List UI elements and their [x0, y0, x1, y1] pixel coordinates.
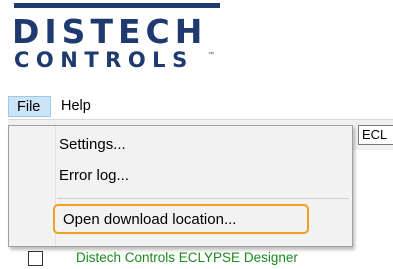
list-item[interactable]: Distech Controls ECLYPSE Designer [8, 249, 393, 269]
menu-file[interactable]: File [8, 96, 51, 117]
menu-bar: File Help [8, 95, 393, 120]
application-window: File Help n ECL Distech Controls ECLYPSE… [0, 92, 393, 266]
toolbar-field[interactable]: ECL [358, 125, 393, 145]
company-logo: DISTECH CONTROLS ™ [0, 0, 393, 90]
menu-separator [57, 198, 349, 199]
row-checkbox[interactable] [28, 251, 43, 266]
menu-item-settings[interactable]: Settings... [59, 131, 126, 159]
logo-word-controls: CONTROLS [14, 48, 194, 72]
logo-top-bar [14, 3, 220, 8]
menu-help[interactable]: Help [53, 96, 103, 117]
file-menu-dropdown: Settings... Error log... Open download l… [8, 125, 353, 247]
menu-icon-gutter [9, 126, 56, 246]
menu-item-open-download-location[interactable]: Open download location... [53, 204, 309, 234]
menu-item-error-log[interactable]: Error log... [59, 162, 129, 190]
logo-word-distech: DISTECH [12, 12, 208, 51]
logo-trademark: ™ [208, 52, 214, 58]
